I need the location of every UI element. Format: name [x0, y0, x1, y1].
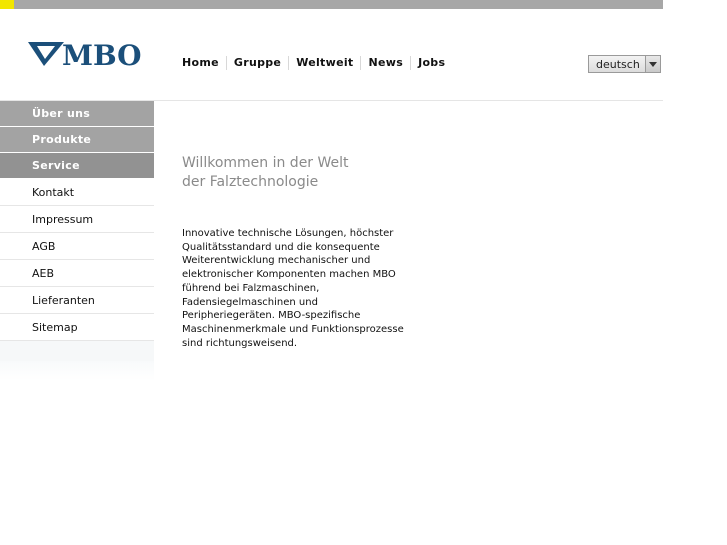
sidebar-footer-fade [0, 361, 154, 381]
nav-weltweit[interactable]: Weltweit [288, 56, 360, 70]
top-bar-accent [0, 0, 14, 9]
logo-text: MBO [62, 40, 142, 68]
language-dropdown-button[interactable] [645, 56, 660, 72]
nav-home[interactable]: Home [176, 56, 226, 70]
sidebar-item-agb[interactable]: AGB [0, 233, 154, 260]
nav-gruppe[interactable]: Gruppe [225, 56, 288, 70]
nav-jobs[interactable]: Jobs [410, 56, 452, 70]
language-select-value: deutsch [596, 58, 640, 71]
mbo-logo[interactable]: MBO [28, 40, 156, 68]
intro-text: Innovative technische Lösungen, höchster… [182, 228, 404, 349]
sidebar-item-sitemap[interactable]: Sitemap [0, 314, 154, 341]
mbo-logo-mark: MBO [28, 40, 142, 68]
welcome-heading-line2: der Falztechnologie [182, 174, 319, 190]
top-bar [0, 0, 663, 9]
language-select[interactable]: deutsch [588, 55, 661, 73]
chevron-down-icon [649, 62, 657, 67]
welcome-heading-line1: Willkommen in der Welt [182, 155, 349, 171]
sidebar-item-lieferanten[interactable]: Lieferanten [0, 287, 154, 314]
welcome-heading: Willkommen in der Welt der Falztechnolog… [182, 154, 442, 192]
sidebar-footer-band [0, 341, 154, 361]
sidebar-section-service[interactable]: Service [0, 153, 154, 179]
main-nav: Home Gruppe Weltweit News Jobs [176, 56, 452, 70]
sidebar: Über uns Produkte Service Kontakt Impres… [0, 101, 154, 381]
sidebar-section-ueber-uns[interactable]: Über uns [0, 101, 154, 127]
nav-news[interactable]: News [360, 56, 410, 70]
sidebar-item-impressum[interactable]: Impressum [0, 206, 154, 233]
sidebar-section-produkte[interactable]: Produkte [0, 127, 154, 153]
sidebar-item-kontakt[interactable]: Kontakt [0, 179, 154, 206]
sidebar-item-aeb[interactable]: AEB [0, 260, 154, 287]
